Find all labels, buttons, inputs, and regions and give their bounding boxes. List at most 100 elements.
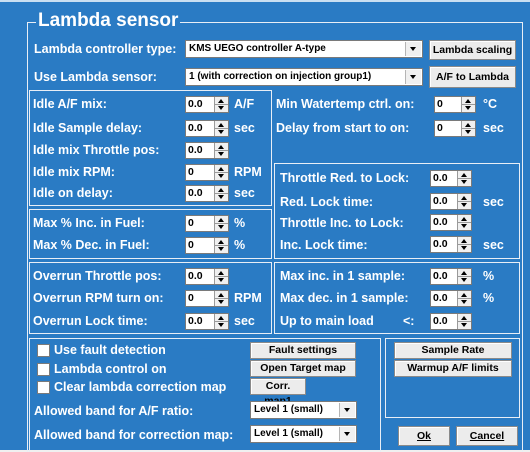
- min-watertemp-value: 0: [437, 98, 443, 110]
- idle-af-mix-stepper[interactable]: 0.0: [185, 96, 229, 113]
- overrun-throttle-label: Overrun Throttle pos:: [33, 269, 162, 283]
- idle-throttle-pos-value: 0.0: [188, 144, 203, 156]
- idle-throttle-pos-stepper[interactable]: 0.0: [185, 142, 229, 159]
- idle-sample-delay-unit: sec: [234, 121, 255, 135]
- sample-rate-button[interactable]: Sample Rate: [394, 342, 512, 359]
- open-target-map-button[interactable]: Open Target map: [250, 360, 356, 377]
- spin-arrows-icon[interactable]: [214, 143, 228, 158]
- lambda-control-checkbox[interactable]: [37, 363, 50, 376]
- spin-arrows-icon[interactable]: [214, 216, 228, 231]
- corr-map-button[interactable]: Corr. map1: [250, 378, 306, 407]
- controller-type-value: KMS UEGO controller A-type: [189, 43, 326, 54]
- main-load-label: Up to main load: [280, 314, 374, 328]
- spin-arrows-icon[interactable]: [457, 171, 471, 186]
- spin-arrows-icon[interactable]: [214, 186, 228, 201]
- overrun-lock-label: Overrun Lock time:: [33, 314, 148, 328]
- max-dec-sample-unit: %: [483, 291, 495, 305]
- spin-arrows-icon[interactable]: [457, 237, 471, 252]
- overrun-lock-value: 0.0: [188, 315, 203, 327]
- spin-arrows-icon[interactable]: [214, 314, 228, 329]
- idle-sample-delay-label: Idle Sample delay:: [33, 121, 143, 135]
- max-dec-fuel-label: Max % Dec. in Fuel:: [33, 238, 150, 252]
- throttle-inc-lock-value: 0.0: [433, 216, 448, 228]
- delay-start-unit: sec: [483, 121, 504, 135]
- spin-arrows-icon[interactable]: [457, 291, 471, 306]
- warmup-af-limits-button[interactable]: Warmup A/F limits: [394, 360, 512, 377]
- fault-settings-button[interactable]: Fault settings: [250, 342, 356, 359]
- cancel-button[interactable]: Cancel: [456, 426, 518, 446]
- max-inc-sample-label: Max inc. in 1 sample:: [280, 269, 406, 283]
- max-dec-fuel-stepper[interactable]: 0: [185, 237, 229, 254]
- max-dec-fuel-unit: %: [234, 238, 246, 252]
- overrun-lock-unit: sec: [234, 314, 255, 328]
- spin-arrows-icon[interactable]: [461, 121, 475, 136]
- cancel-button-label: Cancel: [469, 430, 505, 442]
- spin-arrows-icon[interactable]: [457, 215, 471, 230]
- band-corr-label: Allowed band for correction map:: [34, 428, 234, 442]
- throttle-red-lock-label: Throttle Red. to Lock:: [280, 171, 410, 185]
- red-lock-time-label: Red. Lock time:: [280, 195, 374, 209]
- overrun-throttle-stepper[interactable]: 0.0: [185, 268, 229, 285]
- chevron-down-icon: [339, 427, 355, 441]
- max-inc-sample-unit: %: [483, 269, 495, 283]
- band-corr-select[interactable]: Level 1 (small): [250, 425, 357, 443]
- spin-arrows-icon[interactable]: [214, 238, 228, 253]
- idle-sample-delay-stepper[interactable]: 0.0: [185, 120, 229, 137]
- overrun-lock-stepper[interactable]: 0.0: [185, 313, 229, 330]
- idle-sample-delay-value: 0.0: [188, 122, 203, 134]
- idle-on-delay-label: Idle on delay:: [33, 186, 113, 200]
- inc-lock-time-unit: sec: [483, 238, 504, 252]
- spin-arrows-icon[interactable]: [214, 97, 228, 112]
- max-dec-sample-value: 0.0: [433, 292, 448, 304]
- spin-arrows-icon[interactable]: [214, 269, 228, 284]
- clear-map-checkbox[interactable]: [37, 381, 50, 394]
- controller-type-select[interactable]: KMS UEGO controller A-type: [185, 40, 423, 58]
- throttle-red-lock-stepper[interactable]: 0.0: [430, 170, 472, 187]
- chevron-down-icon: [405, 70, 421, 84]
- idle-af-mix-value: 0.0: [188, 98, 203, 110]
- spin-arrows-icon[interactable]: [214, 121, 228, 136]
- fault-detection-checkbox[interactable]: [37, 344, 50, 357]
- throttle-red-lock-value: 0.0: [433, 172, 448, 184]
- inc-lock-time-stepper[interactable]: 0.0: [430, 236, 472, 253]
- panel-title: Lambda sensor: [36, 10, 181, 31]
- spin-arrows-icon[interactable]: [461, 97, 475, 112]
- use-sensor-select[interactable]: 1 (with correction on injection group1): [185, 68, 423, 86]
- throttle-inc-lock-stepper[interactable]: 0.0: [430, 214, 472, 231]
- spin-arrows-icon[interactable]: [457, 314, 471, 329]
- main-load-value: 0.0: [433, 315, 448, 327]
- max-dec-sample-stepper[interactable]: 0.0: [430, 290, 472, 307]
- max-inc-sample-stepper[interactable]: 0.0: [430, 268, 472, 285]
- red-lock-time-stepper[interactable]: 0.0: [430, 193, 472, 210]
- spin-arrows-icon[interactable]: [214, 165, 228, 180]
- spin-arrows-icon[interactable]: [457, 194, 471, 209]
- idle-af-mix-unit: A/F: [234, 97, 255, 111]
- idle-on-delay-value: 0.0: [188, 187, 203, 199]
- max-inc-fuel-stepper[interactable]: 0: [185, 215, 229, 232]
- idle-on-delay-stepper[interactable]: 0.0: [185, 185, 229, 202]
- max-inc-fuel-unit: %: [234, 216, 246, 230]
- lambda-scaling-button[interactable]: Lambda scaling: [429, 40, 516, 60]
- main-load-stepper[interactable]: 0.0: [430, 313, 472, 330]
- overrun-rpm-unit: RPM: [234, 291, 262, 305]
- af-to-lambda-button[interactable]: A/F to Lambda: [429, 66, 516, 88]
- use-sensor-label: Use Lambda sensor:: [34, 70, 157, 84]
- idle-af-mix-label: Idle A/F mix:: [33, 97, 107, 111]
- ok-button[interactable]: Ok: [398, 426, 450, 446]
- idle-throttle-pos-label: Idle mix Throttle pos:: [33, 143, 160, 157]
- min-watertemp-stepper[interactable]: 0: [434, 96, 476, 113]
- delay-start-stepper[interactable]: 0: [434, 120, 476, 137]
- overrun-rpm-stepper[interactable]: 0: [185, 290, 229, 307]
- max-inc-fuel-value: 0: [188, 217, 194, 229]
- delay-start-label: Delay from start to on:: [276, 121, 410, 135]
- controller-type-label: Lambda controller type:: [34, 42, 177, 56]
- inc-lock-time-label: Inc. Lock time:: [280, 238, 368, 252]
- delay-start-value: 0: [437, 122, 443, 134]
- idle-rpm-stepper[interactable]: 0: [185, 164, 229, 181]
- min-watertemp-label: Min Watertemp ctrl. on:: [276, 97, 415, 111]
- spin-arrows-icon[interactable]: [457, 269, 471, 284]
- spin-arrows-icon[interactable]: [214, 291, 228, 306]
- idle-rpm-unit: RPM: [234, 165, 262, 179]
- band-af-select[interactable]: Level 1 (small): [250, 401, 357, 419]
- max-dec-fuel-value: 0: [188, 239, 194, 251]
